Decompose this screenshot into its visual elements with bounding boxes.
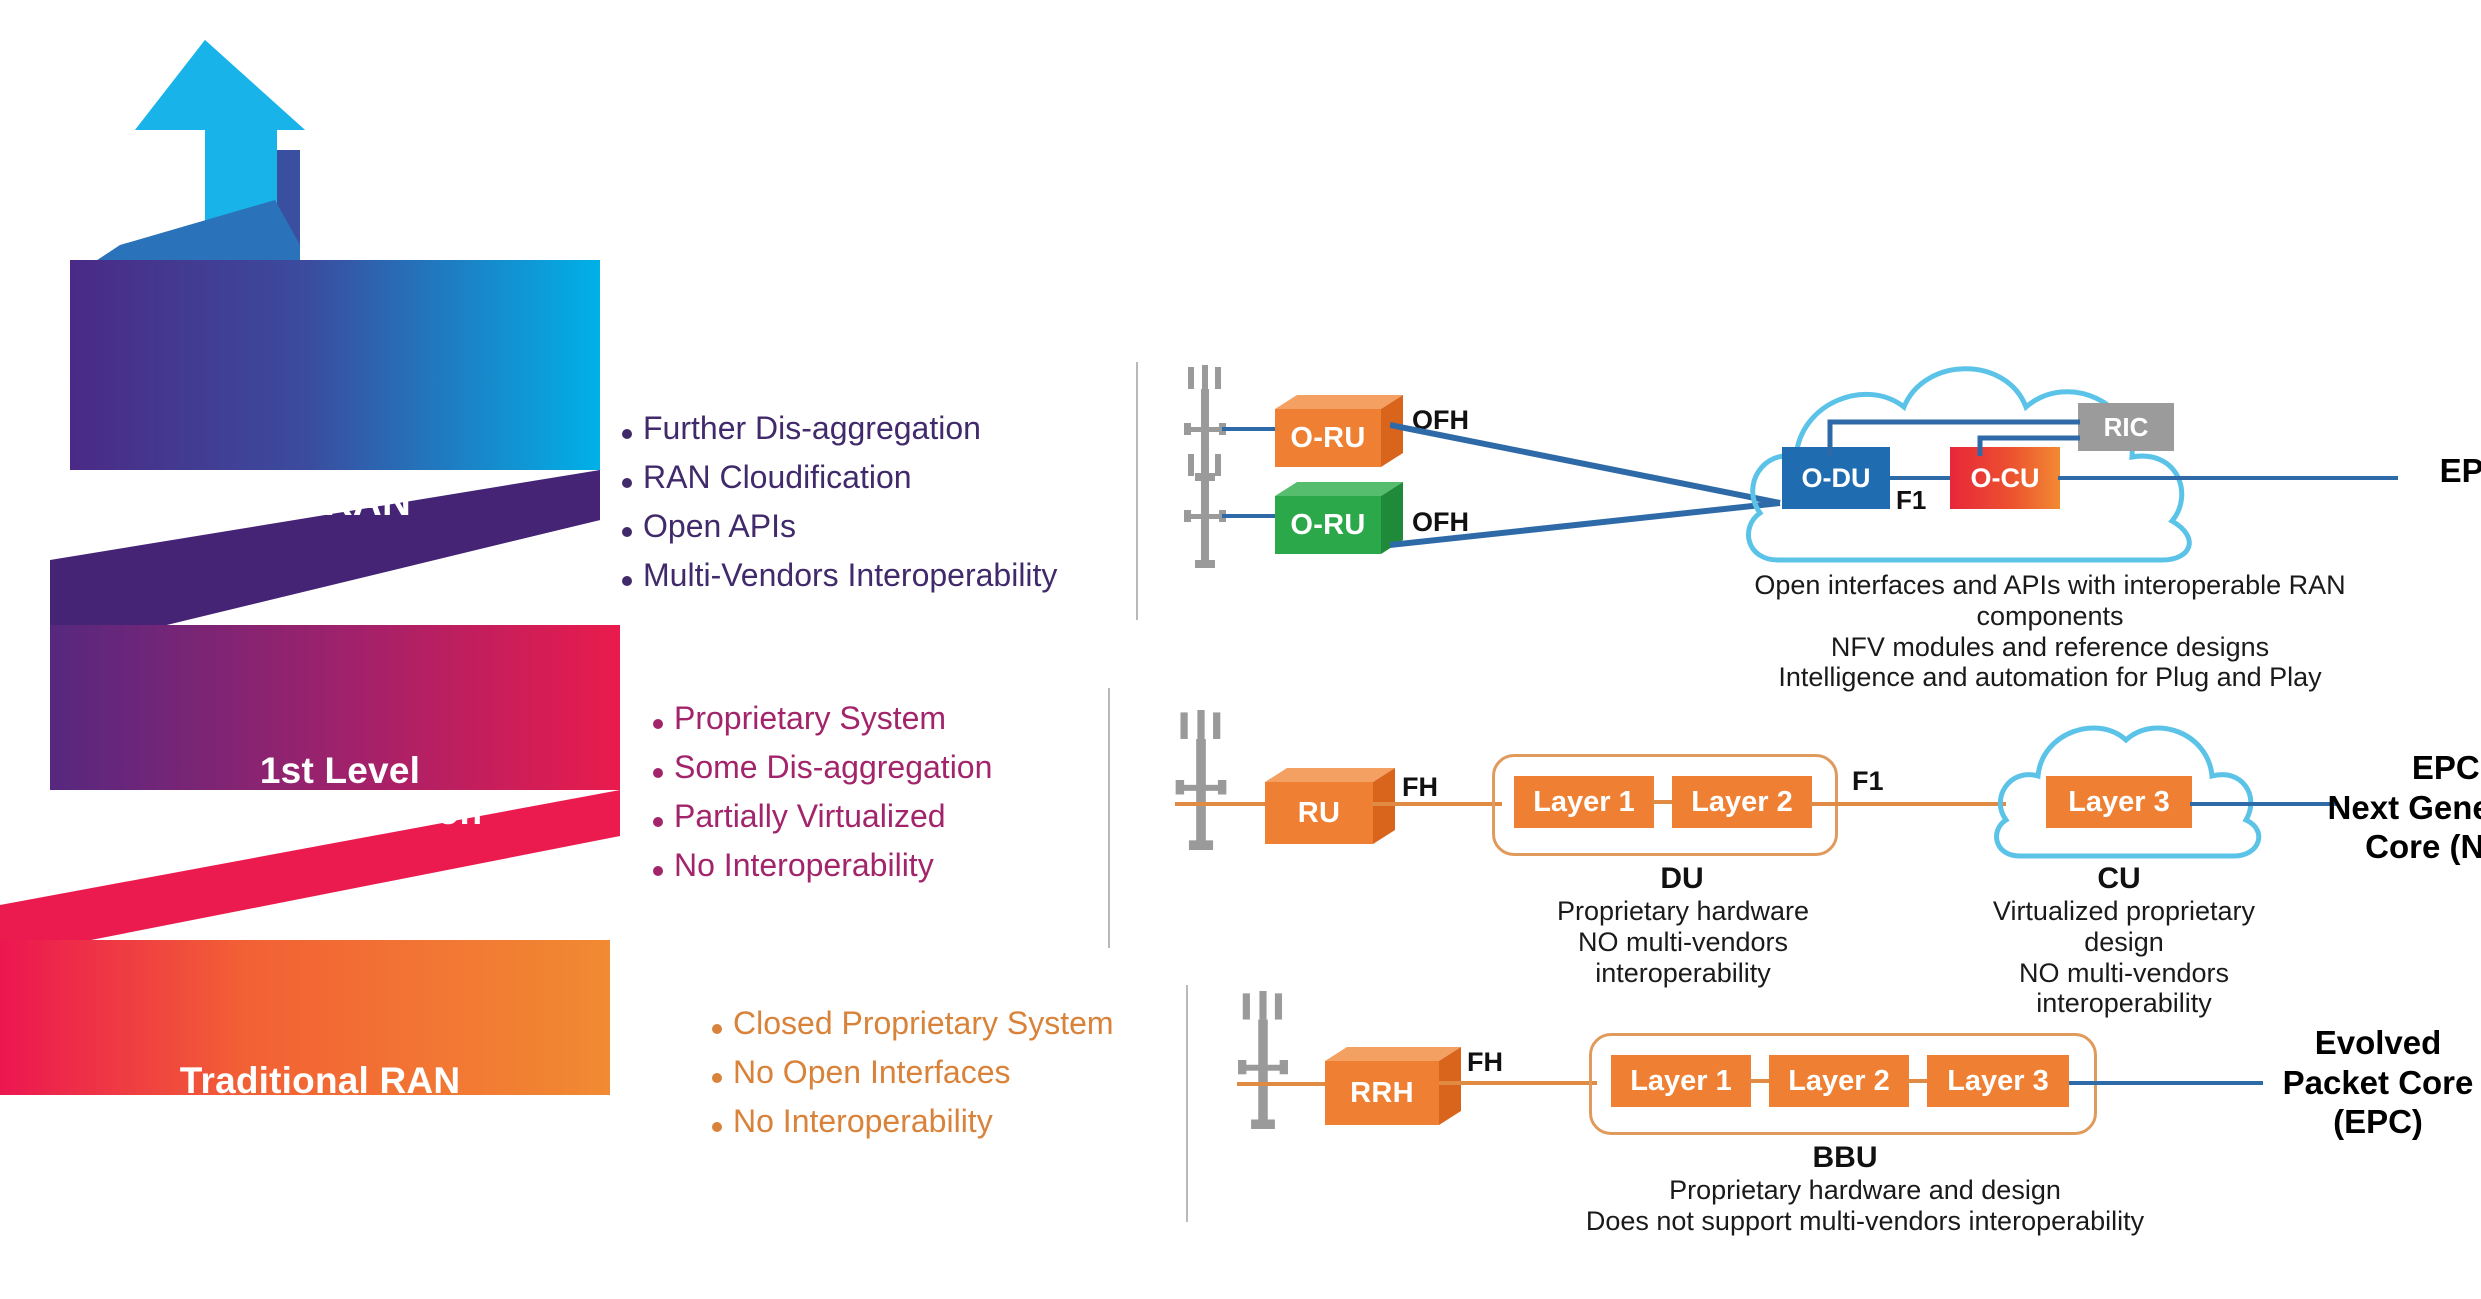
cu-layer3-chip: Layer 3 [2046,776,2192,828]
o-ru-orange-label: O-RU [1290,421,1366,454]
du-layer-link [1652,800,1674,804]
list-item: Multi-Vendors Interoperability [622,557,1057,594]
bullet-dot-icon [653,718,663,729]
bbu-core-link [2069,1081,2263,1085]
list-item: RAN Cloudification [622,459,1057,496]
list-item: Further Dis-aggregation [622,410,1057,447]
level1-bullet-list: Proprietary System Some Dis-aggregation … [653,700,992,896]
level1-banner-line1: 1st Level [259,750,421,791]
o-ru-green-label: O-RU [1290,508,1366,541]
bullet-dot-icon [712,1023,722,1034]
list-item: No Interoperability [712,1103,1114,1140]
bullet-dot-icon [712,1121,722,1132]
bbu-layer-link-2 [1907,1079,1929,1083]
epc-ngc-core-label: EPC / Next Generation Core (NGC) [2327,749,2481,866]
du-caption: Proprietary hardware NO multi-vendors in… [1556,896,1810,988]
du-title: DU [1660,862,1704,895]
ofh-links [1390,422,1781,548]
o-ru-orange-node: O-RU [1275,395,1403,467]
bullet-dot-icon [653,816,663,827]
epc-core-label: Evolved Packet Core (EPC) [2282,1024,2474,1141]
list-item: No Interoperability [653,847,992,884]
bullet-text: Multi-Vendors Interoperability [643,557,1058,593]
bbu-layer2-chip: Layer 2 [1769,1055,1909,1107]
oran-banner [70,260,600,470]
traditional-banner-label: Traditional RAN [179,1060,461,1101]
fh-label: FH [1402,772,1438,802]
rrh-bbu-link [1439,1081,1597,1085]
tower-oru-link-top [1222,427,1277,431]
bullet-text: Further Dis-aggregation [643,410,981,446]
bbu-caption: Proprietary hardware and design Does not… [1585,1175,2145,1236]
bullet-text: RAN Cloudification [643,459,912,495]
divider-level1 [1108,688,1110,948]
ru-du-link [1372,802,1502,806]
level1-banner-label: 1st Level Dis-aggregation [90,750,590,833]
bullet-dot-icon [712,1072,722,1083]
bullet-text: No Interoperability [733,1103,993,1139]
cu-title: CU [2097,862,2141,895]
epc-ngc-core-label: EPC / NGC [2439,452,2481,489]
list-item: Partially Virtualized [653,798,992,835]
rrh-node: RRH [1325,1047,1461,1125]
fh-label: FH [1467,1047,1503,1077]
bbu-layer-link-1 [1749,1079,1771,1083]
list-item: Closed Proprietary System [712,1005,1114,1042]
bbu-title: BBU [1812,1141,1878,1174]
bullet-text: Open APIs [643,508,796,544]
bullet-text: No Interoperability [674,847,934,883]
oran-bullet-list: Further Dis-aggregation RAN Cloudificati… [622,410,1057,606]
oran-caption: Open interfaces and APIs with interopera… [1754,570,2346,693]
f1-label: F1 [1852,766,1884,796]
list-item: Open APIs [622,508,1057,545]
bullet-text: No Open Interfaces [733,1054,1011,1090]
tower-ru-link [1175,802,1267,806]
oran-architecture-diagram: O-RU O-RU OFH OFH O-DU O-CU RIC F1 EP Op… [1160,355,2481,692]
traditional-bullet-list: Closed Proprietary System No Open Interf… [712,1005,1114,1152]
maturity-ribbon-stack [0,40,620,1095]
du-cu-link [1810,802,2006,806]
bullet-text: Proprietary System [674,700,947,736]
rrh-label: RRH [1350,1076,1414,1109]
oran-banner-label: O-RAN [278,480,412,524]
tower-oru-link-bottom [1222,514,1277,518]
antenna-tower-icon [1238,991,1288,1129]
antenna-tower-icon [1184,452,1226,568]
antenna-tower-icon [1175,710,1227,850]
bullet-dot-icon [622,428,632,439]
bbu-layer3-chip: Layer 3 [1927,1055,2069,1107]
bullet-dot-icon [622,526,632,537]
bullet-dot-icon [622,477,632,488]
ocu-core-link [2058,476,2398,480]
du-layer1-chip: Layer 1 [1514,776,1654,828]
level1-banner-line2: Dis-aggregation [197,791,483,833]
bbu-layer1-chip: Layer 1 [1611,1055,1751,1107]
bullet-text: Some Dis-aggregation [674,749,993,785]
bullet-dot-icon [622,575,632,586]
bullet-text: Partially Virtualized [674,798,946,834]
bullet-dot-icon [653,767,663,778]
list-item: Proprietary System [653,700,992,737]
level1-architecture-diagram: RU FH Layer 1 Layer 2 DU Proprietary har… [1140,690,2481,1018]
du-layer2-chip: Layer 2 [1672,776,1812,828]
ru-label: RU [1297,796,1341,829]
list-item: No Open Interfaces [712,1054,1114,1091]
ru-node: RU [1265,768,1395,844]
o-ru-green-node: O-RU [1275,482,1403,554]
divider-oran [1136,362,1138,620]
list-item: Some Dis-aggregation [653,749,992,786]
traditional-architecture-diagram: RRH FH Layer 1 Layer 2 Layer 3 BBU Propr… [1215,985,2481,1245]
bullet-dot-icon [653,865,663,876]
tower-rrh-link [1237,1082,1327,1086]
bullet-text: Closed Proprietary System [733,1005,1114,1041]
divider-traditional [1186,985,1188,1222]
